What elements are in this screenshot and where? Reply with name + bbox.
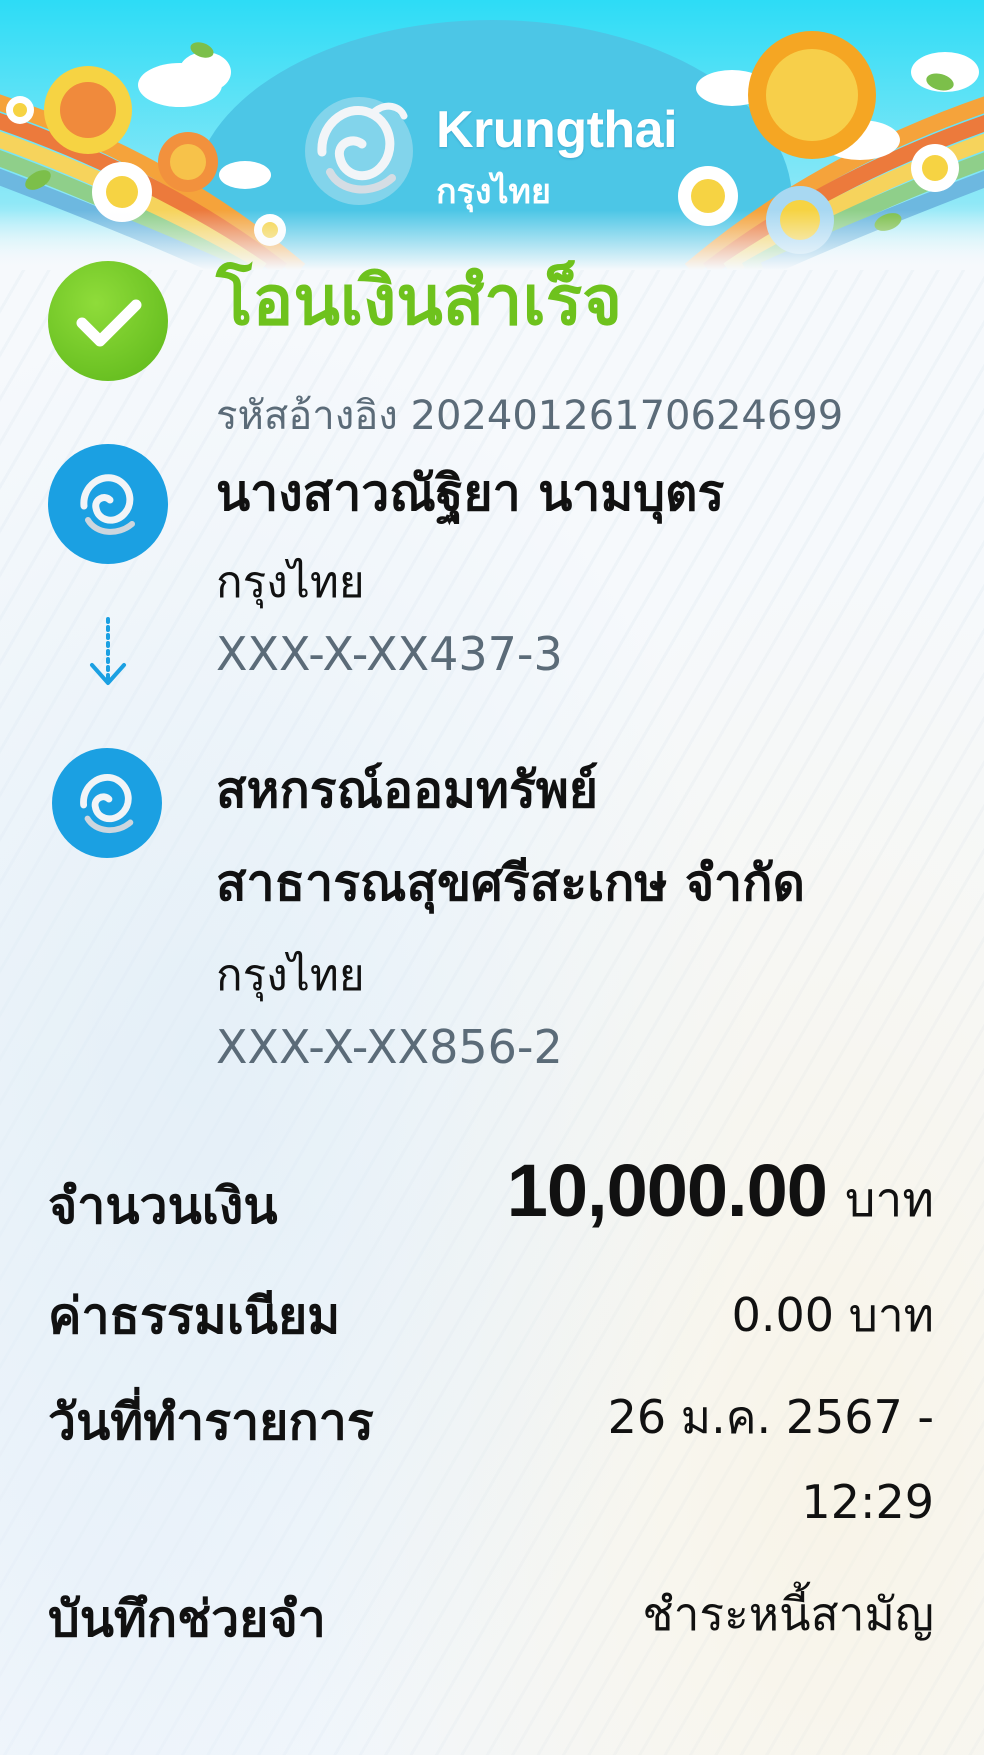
receiver-bank-name: กรุงไทย <box>216 950 365 1001</box>
sender-name: นางสาวณัฐิยา นามบุตร <box>216 464 725 522</box>
fee-label: ค่าธรรมเนียม <box>48 1287 341 1345</box>
fee-value: 0.00 บาท <box>731 1288 934 1342</box>
memo-value: ชำระหนี้สามัญ <box>642 1587 934 1641</box>
transaction-date-label: วันที่ทำรายการ <box>48 1393 374 1451</box>
amount-label: จำนวนเงิน <box>48 1177 278 1235</box>
success-check-icon <box>48 261 168 381</box>
receiver-account-number: XXX-X-XX856-2 <box>216 1020 563 1074</box>
receiver-bank-logo-icon <box>52 748 162 858</box>
sender-bank-name: กรุงไทย <box>216 557 365 608</box>
krungthai-brand: Krungthai กรุงไทย <box>300 92 720 222</box>
transaction-date-value: 26 ม.ค. 2567 - <box>607 1390 934 1444</box>
receiver-name-line2: สาธารณสุขศรีสะเกษ จำกัด <box>216 854 805 912</box>
sender-account-number: XXX-X-XX437-3 <box>216 627 563 681</box>
memo-label: บันทึกช่วยจำ <box>48 1590 326 1648</box>
header-banner: Krungthai กรุงไทย <box>0 0 984 270</box>
brand-thai-name: กรุงไทย <box>436 172 551 212</box>
amount-unit: บาท <box>844 1172 934 1228</box>
sender-bank-logo-icon <box>48 444 168 564</box>
transaction-time-value: 12:29 <box>801 1475 934 1529</box>
receiver-name-line1: สหกรณ์ออมทรัพย์ <box>216 761 599 819</box>
krungthai-phoenix-logo <box>305 97 413 205</box>
brand-name: Krungthai <box>436 101 678 159</box>
amount-value: 10,000.00 <box>506 1149 828 1232</box>
reference-number: รหัสอ้างอิง 20240126170624699 <box>216 393 844 439</box>
transfer-success-title: โอนเงินสำเร็จ <box>216 262 623 341</box>
arrow-down-icon <box>90 617 126 685</box>
amount-value-group: 10,000.00 บาท <box>507 1148 934 1238</box>
